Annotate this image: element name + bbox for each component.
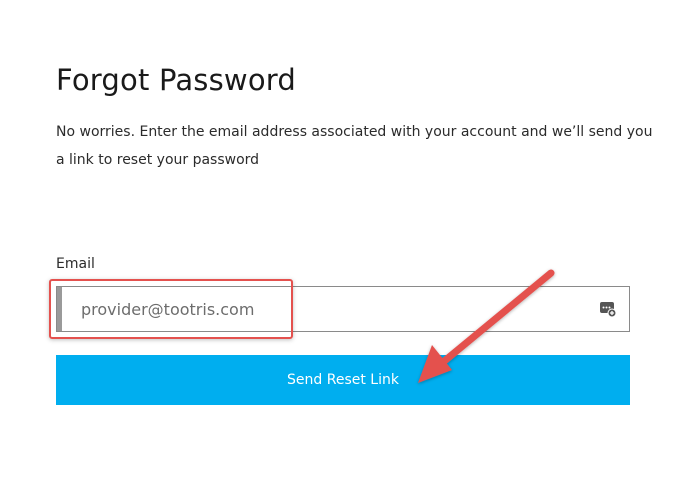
input-focus-bar: [57, 287, 62, 331]
page-description: No worries. Enter the email address asso…: [56, 124, 653, 168]
forgot-password-page: Forgot Password No worries. Enter the em…: [0, 0, 681, 495]
send-reset-link-button[interactable]: Send Reset Link: [56, 355, 630, 405]
page-title: Forgot Password: [56, 63, 296, 97]
email-field[interactable]: [63, 287, 583, 331]
email-field-container: [56, 286, 630, 332]
password-manager-icon[interactable]: [599, 300, 617, 318]
email-label: Email: [56, 256, 95, 272]
